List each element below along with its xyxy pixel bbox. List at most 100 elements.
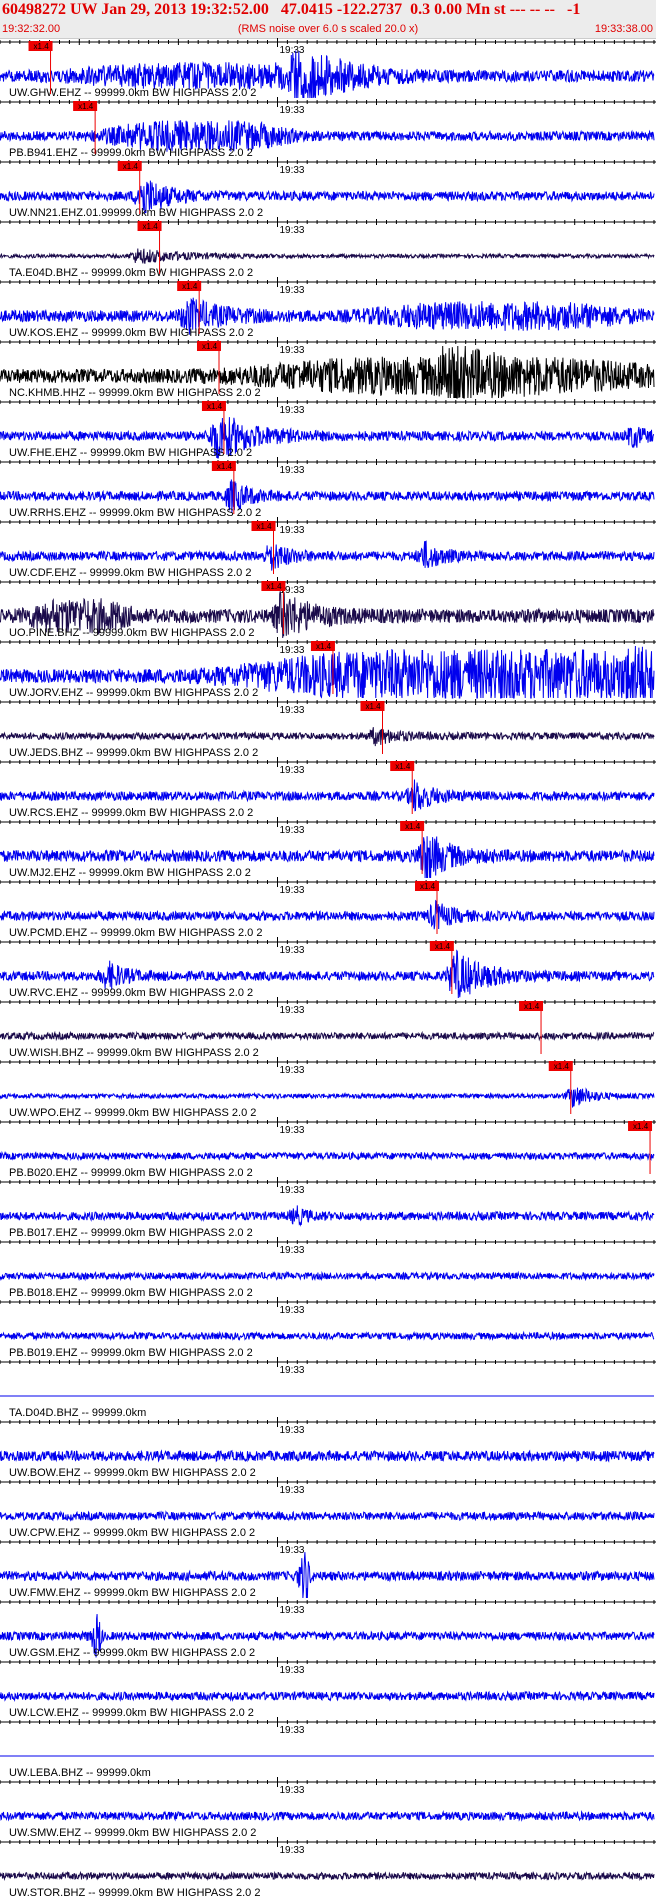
station-label: UW.BOW.EHZ -- 99999.0km BW HIGHPASS 2.0 …	[9, 1467, 256, 1479]
station-label: UW.PCMD.EHZ -- 99999.0km BW HIGHPASS 2.0…	[9, 927, 262, 939]
trace-row: 19:33 UW.STOR.BHZ -- 99999.0km BW HIGHPAS…	[0, 1837, 656, 1898]
trace-row: 19:33 UW.BOW.EHZ -- 99999.0km BW HIGHPASS…	[0, 1417, 656, 1479]
pick-label: x1.4	[256, 522, 272, 531]
pick-label: x1.4	[202, 342, 218, 351]
tick-label: 19:33	[279, 405, 304, 416]
station-label: UW.GSM.EHZ -- 99999.0km BW HIGHPASS 2.0 …	[9, 1647, 255, 1659]
waveform-line	[0, 1205, 655, 1227]
waveform-line	[0, 1449, 655, 1463]
waveform-line	[0, 899, 655, 930]
station-label: UW.RVC.EHZ -- 99999.0km BW HIGHPASS 2.0 …	[9, 987, 253, 999]
trace-row: 19:33 UW.CPW.EHZ -- 99999.0km BW HIGHPASS…	[0, 1477, 656, 1539]
trace-row: 19:33 UW.FMW.EHZ -- 99999.0km BW HIGHPASS…	[0, 1537, 656, 1599]
pick-label: x1.4	[78, 102, 94, 111]
scale-note: (RMS noise over 6.0 s scaled 20.0 x)	[237, 23, 419, 35]
end-time-label: 19:33:38.00	[594, 23, 653, 35]
trace-row: 19:33 UW.JORV.EHZ -- 99999.0km BW HIGHPAS…	[0, 637, 656, 699]
trace-row: 19:33 PB.B020.EHZ -- 99999.0km BW HIGHPAS…	[0, 1117, 656, 1179]
station-label: UW.CPW.EHZ -- 99999.0km BW HIGHPASS 2.0 …	[9, 1527, 255, 1539]
station-label: UW.MJ2.EHZ -- 99999.0km BW HIGHPASS 2.0 …	[9, 867, 251, 879]
tick-label: 19:33	[279, 465, 304, 476]
station-label: UW.GHW.EHZ -- 99999.0km BW HIGHPASS 2.0 …	[9, 87, 256, 99]
start-time-label: 19:32:32.00	[2, 23, 61, 35]
tick-label: 19:33	[279, 1305, 304, 1316]
waveform-line	[0, 1087, 655, 1109]
waveform-line	[0, 1150, 655, 1162]
tick-label: 19:33	[279, 105, 304, 116]
trace-row: 19:33 UW.NN21.EHZ.01.99999.0km BW HIGHPAS…	[0, 157, 656, 219]
pick-label: x1.4	[123, 162, 139, 171]
tick-label: 19:33	[279, 1605, 304, 1616]
tick-label: 19:33	[279, 645, 304, 656]
trace-row: 19:33 UW.CDF.EHZ -- 99999.0km BW HIGHPASS…	[0, 517, 656, 579]
tick-label: 19:33	[279, 345, 304, 356]
pick-label: x1.4	[266, 582, 282, 591]
trace-row: 19:33UO.PINE.BHZ -- 99999.0km BW HIGHPAS…	[0, 577, 656, 639]
station-label: UW.CDF.EHZ -- 99999.0km BW HIGHPASS 2.0 …	[9, 567, 251, 579]
station-label: TA.D04D.BHZ -- 99999.0km	[9, 1407, 146, 1419]
trace-row: 19:33 UW.JEDS.BHZ -- 99999.0km BW HIGHPAS…	[0, 697, 656, 759]
pick-label: x1.4	[207, 402, 223, 411]
tick-label: 19:33	[279, 225, 304, 236]
trace-row: 19:33 UW.RRHS.EHZ -- 99999.0km BW HIGHPAS…	[0, 457, 656, 519]
station-label: UW.LCW.EHZ -- 99999.0km BW HIGHPASS 2.0 …	[9, 1707, 254, 1719]
tick-label: 19:33	[279, 1125, 304, 1136]
trace-row: 19:33 UW.RCS.EHZ -- 99999.0km BW HIGHPASS…	[0, 757, 656, 819]
tick-label: 19:33	[279, 1845, 304, 1856]
tick-label: 19:33	[279, 885, 304, 896]
tick-label: 19:33	[279, 705, 304, 716]
waveform-line	[0, 1510, 655, 1522]
seismogram-traces: 19:33 UW.GHW.EHZ -- 99999.0km BW HIGHPASS…	[0, 38, 656, 1898]
station-label: PB.B019.EHZ -- 99999.0km BW HIGHPASS 2.0…	[9, 1347, 253, 1359]
trace-row: 19:33 UW.GSM.EHZ -- 99999.0km BW HIGHPASS…	[0, 1597, 656, 1659]
tick-label: 19:33	[279, 1545, 304, 1556]
trace-row: 19:33 UW.LEBA.BHZ -- 99999.0km	[0, 1717, 656, 1779]
station-label: PB.B018.EHZ -- 99999.0km BW HIGHPASS 2.0…	[9, 1287, 253, 1299]
pick-label: x1.4	[182, 282, 198, 291]
waveform-line	[0, 1690, 655, 1702]
header-bar: 60498272 UW Jan 29, 2013 19:32:52.00 47.…	[0, 0, 656, 39]
pick-label: x1.4	[405, 822, 421, 831]
trace-row: 19:33 TA.D04D.BHZ -- 99999.0km	[0, 1357, 656, 1419]
tick-label: 19:33	[279, 1425, 304, 1436]
station-label: TA.E04D.BHZ -- 99999.0km BW HIGHPASS 2.0…	[9, 267, 253, 279]
pick-label: x1.4	[316, 642, 332, 651]
waveform-line	[0, 1030, 655, 1042]
trace-row: 19:33 UW.MJ2.EHZ -- 99999.0km BW HIGHPASS…	[0, 817, 656, 879]
tick-label: 19:33	[279, 285, 304, 296]
station-label: UW.RCS.EHZ -- 99999.0km BW HIGHPASS 2.0 …	[9, 807, 253, 819]
trace-row: 19:33 TA.E04D.BHZ -- 99999.0km BW HIGHPAS…	[0, 217, 656, 279]
tick-label: 19:33	[279, 165, 304, 176]
trace-row: 19:33 PB.B019.EHZ -- 99999.0km BW HIGHPAS…	[0, 1297, 656, 1359]
pick-label: x1.4	[365, 702, 381, 711]
station-label: PB.B017.EHZ -- 99999.0km BW HIGHPASS 2.0…	[9, 1227, 253, 1239]
station-label: UO.PINE.BHZ -- 99999.0km BW HIGHPASS 2.0…	[9, 627, 255, 639]
tick-label: 19:33	[279, 1785, 304, 1796]
trace-row: 19:33 PB.B017.EHZ -- 99999.0km BW HIGHPAS…	[0, 1177, 656, 1239]
station-label: UW.JORV.EHZ -- 99999.0km BW HIGHPASS 2.0…	[9, 687, 258, 699]
tick-label: 19:33	[279, 45, 304, 56]
station-label: UW.JEDS.BHZ -- 99999.0km BW HIGHPASS 2.0…	[9, 747, 258, 759]
tick-label: 19:33	[279, 1725, 304, 1736]
tick-label: 19:33	[279, 945, 304, 956]
pick-label: x1.4	[554, 1062, 570, 1071]
trace-row: 19:33 UW.WPO.EHZ -- 99999.0km BW HIGHPASS…	[0, 1057, 656, 1119]
pick-label: x1.4	[524, 1002, 540, 1011]
trace-row: 19:33 UW.KOS.EHZ -- 99999.0km BW HIGHPASS…	[0, 277, 656, 339]
pick-label: x1.4	[420, 882, 436, 891]
waveform-line	[0, 1270, 655, 1282]
trace-row: 19:33 PB.B941.EHZ -- 99999.0km BW HIGHPAS…	[0, 97, 656, 159]
trace-row: 19:33 UW.RVC.EHZ -- 99999.0km BW HIGHPASS…	[0, 937, 656, 999]
station-label: UW.KOS.EHZ -- 99999.0km BW HIGHPASS 2.0 …	[9, 327, 253, 339]
trace-row: 19:33 UW.SMW.EHZ -- 99999.0km BW HIGHPASS…	[0, 1777, 656, 1839]
tick-label: 19:33	[279, 1665, 304, 1676]
tick-label: 19:33	[279, 825, 304, 836]
waveform-line	[0, 1330, 655, 1342]
station-label: UW.FHE.EHZ -- 99999.0km BW HIGHPASS 2.0 …	[9, 447, 252, 459]
pick-label: x1.4	[217, 462, 233, 471]
trace-row: 19:33 PB.B018.EHZ -- 99999.0km BW HIGHPAS…	[0, 1237, 656, 1299]
tick-label: 19:33	[279, 765, 304, 776]
station-label: UW.NN21.EHZ.01.99999.0km BW HIGHPASS 2.0…	[9, 207, 263, 219]
pick-label: x1.4	[34, 42, 50, 51]
tick-label: 19:33	[279, 1185, 304, 1196]
